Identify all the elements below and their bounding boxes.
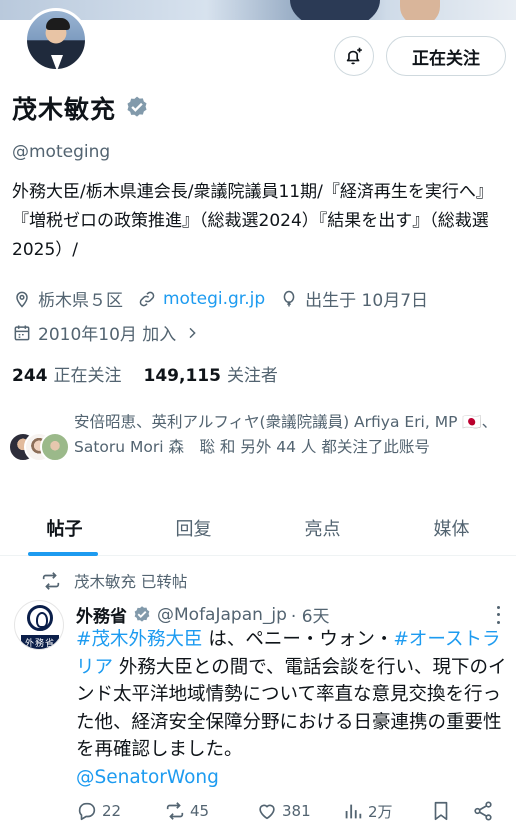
verified-badge-icon [134, 605, 150, 622]
profile-website-link[interactable]: motegi.gr.jp [163, 289, 265, 309]
profile-name: 茂木敏充 [12, 95, 117, 124]
tab-posts[interactable]: 帖子 [0, 500, 129, 556]
repost-label: 茂木敏充 已转帖 [74, 573, 188, 591]
following-count-link[interactable]: 244 正在关注 [12, 361, 122, 386]
bookmark-icon [434, 801, 448, 821]
like-count: 381 [282, 802, 311, 820]
profile-avatar[interactable] [24, 8, 88, 72]
post-author-avatar[interactable]: 外務省 [14, 600, 64, 650]
reply-icon [78, 802, 96, 821]
follow-counts: 244 正在关注 149,115 关注者 [12, 361, 278, 386]
tab-replies[interactable]: 回复 [129, 500, 258, 555]
balloon-icon [283, 290, 295, 306]
post-author-handle[interactable]: @MofaJapan_jp [157, 605, 287, 625]
repost-indicator[interactable]: 茂木敏充 已转帖 [40, 570, 187, 592]
calendar-icon [14, 325, 30, 340]
location-pin-icon [16, 291, 28, 308]
like-button[interactable]: 381 [256, 800, 311, 822]
tab-media[interactable]: 媒体 [387, 500, 516, 555]
verified-badge-icon[interactable] [124, 95, 150, 121]
followers-count: 149,115 [143, 366, 221, 386]
heart-icon [259, 804, 275, 820]
post-actions: 22 45 381 2万 [76, 796, 506, 824]
following-count: 244 [12, 366, 48, 386]
profile-joined-date: 2010年10月 加入 [38, 325, 177, 345]
tab-highlights[interactable]: 亮点 [258, 500, 387, 555]
views-button[interactable]: 2万 [342, 800, 393, 822]
mention-link[interactable]: @SenatorWong [76, 767, 219, 788]
views-chart-icon [345, 804, 362, 819]
avatar-plate-text: 外務省 [21, 635, 59, 649]
profile-birthday: 出生于 10月7日 [305, 291, 429, 311]
profile-tabs: 帖子 回复 亮点 媒体 [0, 500, 516, 556]
views-count: 2万 [368, 802, 393, 821]
followers-label: 关注者 [226, 366, 278, 386]
repost-icon [42, 572, 60, 590]
repost-count: 45 [190, 802, 210, 820]
repost-button[interactable]: 45 [164, 800, 209, 822]
reply-count: 22 [102, 802, 122, 820]
link-icon [139, 291, 155, 306]
hashtag-link[interactable]: #茂木外務大臣 [76, 629, 203, 650]
reply-button[interactable]: 22 [76, 800, 121, 822]
repost-icon [166, 802, 184, 820]
profile-meta-row-1: 栃木県５区 motegi.gr.jp 出生于 10月7日 [12, 286, 428, 311]
post-author-name[interactable]: 外務省 [76, 602, 127, 627]
following-label: 正在关注 [53, 366, 122, 386]
post-text: #茂木外務大臣 は、ペニー・ウォン・#オーストラリア 外務大臣との間で、電話会談… [76, 626, 508, 791]
mutual-follower-avatar [40, 432, 70, 462]
following-button[interactable]: 正在关注 [386, 36, 506, 76]
bookmark-button[interactable] [430, 800, 456, 822]
post-text-segment: は、ペニー・ウォン・ [202, 629, 394, 650]
followers-you-know-text: 安倍昭恵、英利アルフィヤ(衆議院議員) Arfiya Eri, MP 🇯🇵、Sa… [74, 413, 498, 456]
share-icon [474, 801, 492, 821]
bell-plus-icon [346, 47, 362, 65]
more-options-icon[interactable] [488, 604, 508, 626]
notification-bell-button[interactable] [334, 36, 374, 76]
profile-meta-row-2[interactable]: 2010年10月 加入 [12, 320, 200, 345]
profile-bio: 外務大臣/栃木県連会長/衆議院議員11期/『経済再生を実行へ』『増税ゼロの政策推… [12, 182, 493, 260]
followers-count-link[interactable]: 149,115 关注者 [144, 361, 278, 386]
profile-handle: @moteging [12, 142, 111, 162]
profile-name-row: 茂木敏充 [12, 90, 150, 126]
post-text-segment: 外務大臣との間で、電話会談を行い、現下のインド太平洋地域情勢について率直な意見交… [76, 656, 507, 761]
chevron-right-icon [189, 327, 197, 338]
share-button[interactable] [472, 800, 498, 822]
post-header: 外務省 @MofaJapan_jp · 6天 [76, 602, 330, 628]
profile-location: 栃木県５区 [38, 291, 123, 311]
post-time[interactable]: · 6天 [291, 602, 330, 627]
